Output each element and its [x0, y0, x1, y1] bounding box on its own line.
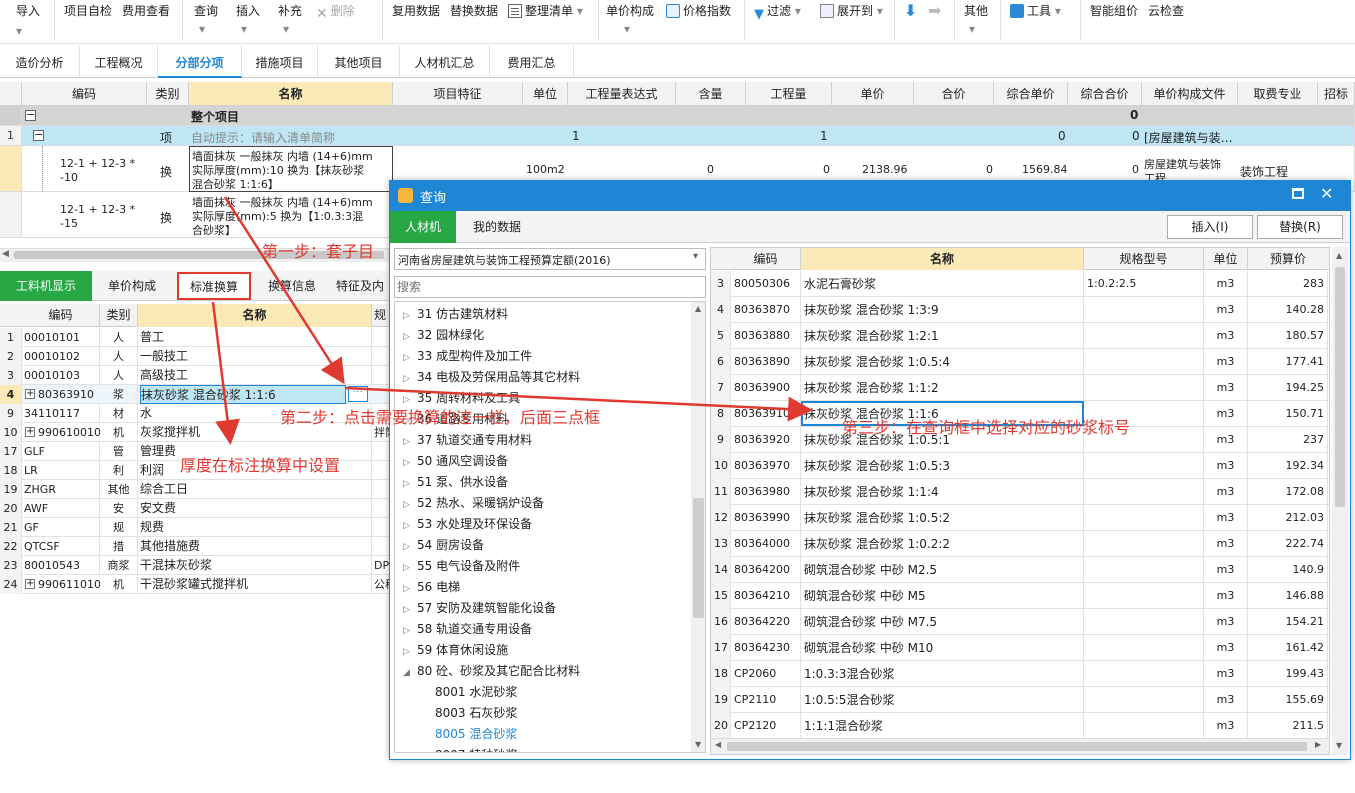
arrow-step1: [223, 196, 345, 385]
annotation-step1: 第一步：套子目: [262, 242, 375, 261]
annotation-thickness: 厚度在标注换算中设置: [180, 456, 341, 475]
arrow-thickness: [211, 301, 240, 445]
annotation-step3: 第三步：在查询框中选择对应的砂浆标号: [842, 418, 1131, 437]
annotation-step2: 第二步：点击需要换算的这一栏，后面三点框: [280, 408, 601, 427]
annotation-arrows: [211, 196, 813, 445]
